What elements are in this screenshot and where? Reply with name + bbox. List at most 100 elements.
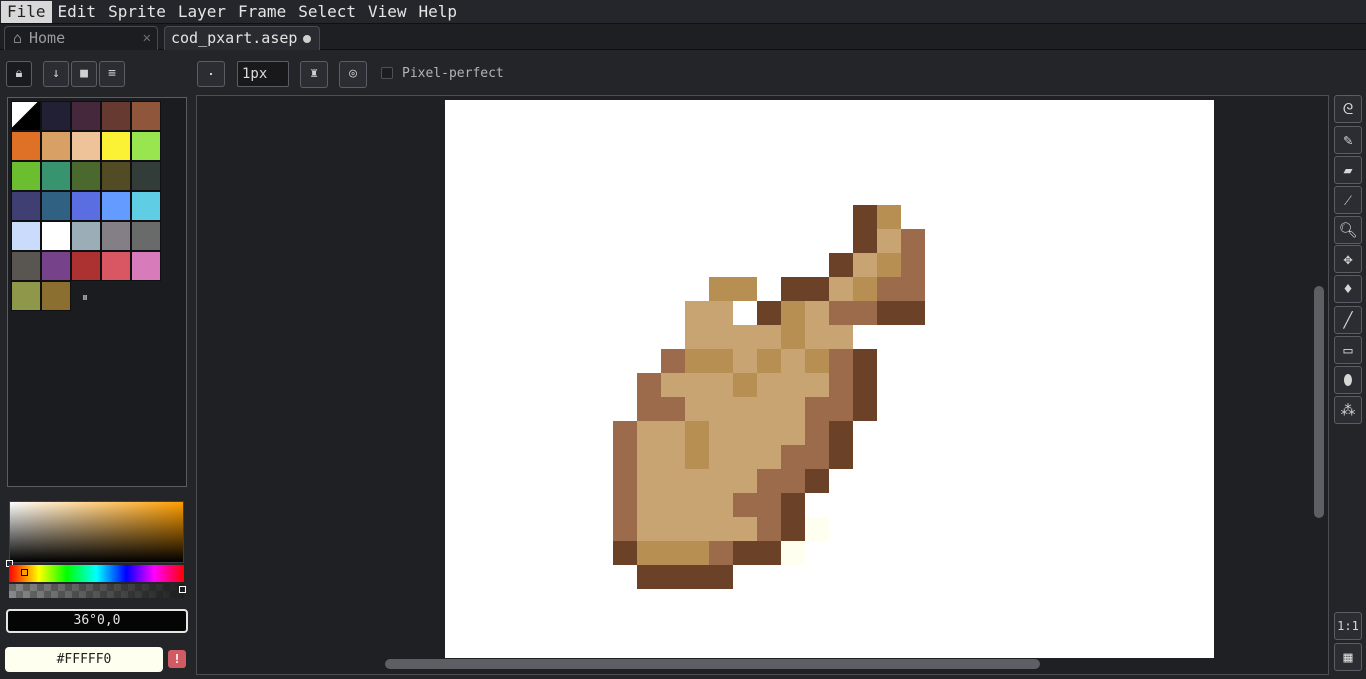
palette-swatch[interactable] xyxy=(11,131,41,161)
palette-panel: ⏸ xyxy=(7,97,187,487)
lock-palette-button[interactable]: 🔒︎ xyxy=(6,61,32,87)
menu-select[interactable]: Select xyxy=(292,1,362,23)
brush-type-button[interactable] xyxy=(197,61,225,87)
menu-sprite[interactable]: Sprite xyxy=(102,1,172,23)
palette-swatch[interactable] xyxy=(71,251,101,281)
palette-swatch[interactable] xyxy=(41,191,71,221)
palette-swatch[interactable] xyxy=(41,281,71,311)
palette-save-button[interactable]: ■ xyxy=(71,61,97,87)
spray-tool-button[interactable]: ⁂ xyxy=(1334,396,1362,424)
zoom-tool-button[interactable]: 🔍︎ xyxy=(1334,216,1362,244)
brush-size-field[interactable]: 1px xyxy=(237,61,289,87)
palette-swatch[interactable] xyxy=(101,191,131,221)
palette-swatch[interactable] xyxy=(101,221,131,251)
eyedropper-icon: ⁄ xyxy=(1346,191,1350,209)
palette-swatch[interactable] xyxy=(41,101,71,131)
palette-swatch[interactable] xyxy=(71,101,101,131)
ink-button[interactable]: ♜ xyxy=(300,61,328,88)
palette-swatch[interactable] xyxy=(11,221,41,251)
palette-swatch[interactable] xyxy=(131,221,161,251)
move-tool-button[interactable]: ✥ xyxy=(1334,245,1362,273)
menu-layer[interactable]: Layer xyxy=(172,1,232,23)
pixel-perfect-checkbox[interactable] xyxy=(381,67,393,79)
spray-icon: ⁂ xyxy=(1340,401,1356,419)
palette-swatch[interactable] xyxy=(101,131,131,161)
palette-menu-button[interactable]: ≡ xyxy=(99,61,125,87)
palette-swatch[interactable] xyxy=(131,101,161,131)
rectangle-tool-button[interactable]: ▭ xyxy=(1334,336,1362,364)
alpha-marker[interactable] xyxy=(179,586,186,593)
symmetry-button[interactable]: ◎ xyxy=(339,61,367,88)
palette-swatch[interactable] xyxy=(11,161,41,191)
palette-swatch[interactable] xyxy=(131,191,161,221)
sprite-pixel xyxy=(757,421,781,445)
close-icon[interactable]: ✕ xyxy=(143,27,151,49)
palette-swatch[interactable] xyxy=(11,281,41,311)
menu-file[interactable]: File xyxy=(1,0,52,23)
sprite-pixel xyxy=(853,253,877,277)
palette-resize-handle[interactable]: ⏸ xyxy=(82,290,88,305)
palette-swatch[interactable] xyxy=(71,161,101,191)
palette-swatch[interactable] xyxy=(41,251,71,281)
sprite-pixel xyxy=(637,373,661,397)
color-value-readout[interactable]: 36°0,0 xyxy=(6,609,188,633)
palette-swatch[interactable] xyxy=(131,251,161,281)
sprite-pixel xyxy=(757,445,781,469)
sprite-pixel xyxy=(805,517,829,541)
sprite-canvas[interactable] xyxy=(445,100,1214,658)
palette-swatch[interactable] xyxy=(131,161,161,191)
saturation-value-box[interactable] xyxy=(6,501,184,567)
vertical-scrollbar[interactable] xyxy=(1314,286,1324,518)
menu-edit[interactable]: Edit xyxy=(52,1,103,23)
save-icon: ■ xyxy=(80,66,88,81)
sprite-pixel xyxy=(757,373,781,397)
sprite-pixel xyxy=(781,277,805,301)
eraser-tool-button[interactable]: ▰ xyxy=(1334,156,1362,184)
lasso-tool-button[interactable]: ᘓ xyxy=(1334,95,1362,123)
palette-swatch[interactable] xyxy=(131,131,161,161)
eyedropper-tool-button[interactable]: ⁄ xyxy=(1334,186,1362,214)
sprite-pixel xyxy=(853,205,877,229)
palette-swatch[interactable] xyxy=(71,131,101,161)
hex-color-field[interactable]: #FFFFF0 xyxy=(5,647,163,672)
palette-down-button[interactable]: ↓ xyxy=(43,61,69,87)
line-tool-button[interactable]: ╱ xyxy=(1334,306,1362,334)
palette-swatch[interactable] xyxy=(71,191,101,221)
sprite-pixel xyxy=(853,229,877,253)
menu-frame[interactable]: Frame xyxy=(232,1,292,23)
tab-home[interactable]: ⌂ Home ✕ xyxy=(4,26,158,50)
timeline-button[interactable]: ▦ xyxy=(1334,643,1362,671)
hue-bar[interactable] xyxy=(9,565,184,582)
palette-swatch[interactable] xyxy=(41,131,71,161)
palette-swatch[interactable] xyxy=(71,221,101,251)
sprite-pixel xyxy=(829,397,853,421)
palette-swatch[interactable] xyxy=(101,101,131,131)
warning-icon[interactable]: ! xyxy=(168,650,186,668)
sprite-pixel xyxy=(781,469,805,493)
tab-document[interactable]: cod_pxart.asep xyxy=(164,26,320,50)
palette-swatch[interactable] xyxy=(11,251,41,281)
lock-icon: 🔒︎ xyxy=(15,66,23,81)
palette-swatch[interactable] xyxy=(11,191,41,221)
menu-help[interactable]: Help xyxy=(413,1,464,23)
pencil-tool-button[interactable]: ✎ xyxy=(1334,126,1362,154)
eraser-icon: ▰ xyxy=(1343,161,1353,179)
unsaved-dot-icon[interactable] xyxy=(303,35,311,43)
palette-swatch[interactable] xyxy=(11,101,41,131)
pixel-perfect-label: Pixel-perfect xyxy=(402,66,504,81)
sprite-pixel xyxy=(685,301,709,325)
horizontal-scrollbar[interactable] xyxy=(385,659,1040,669)
home-icon: ⌂ xyxy=(13,29,23,47)
ellipse-tool-button[interactable]: ⬮ xyxy=(1334,366,1362,394)
palette-swatch[interactable] xyxy=(101,251,131,281)
zoom-reset-button[interactable]: 1:1 xyxy=(1334,612,1362,640)
alpha-bar[interactable] xyxy=(9,584,186,598)
paint-bucket-icon: ♦ xyxy=(1343,280,1353,298)
paint-bucket-tool-button[interactable]: ♦ xyxy=(1334,275,1362,303)
hue-marker[interactable] xyxy=(21,569,28,576)
sprite-pixel xyxy=(781,445,805,469)
palette-swatch[interactable] xyxy=(41,221,71,251)
palette-swatch[interactable] xyxy=(101,161,131,191)
palette-swatch[interactable] xyxy=(41,161,71,191)
menu-view[interactable]: View xyxy=(362,1,413,23)
